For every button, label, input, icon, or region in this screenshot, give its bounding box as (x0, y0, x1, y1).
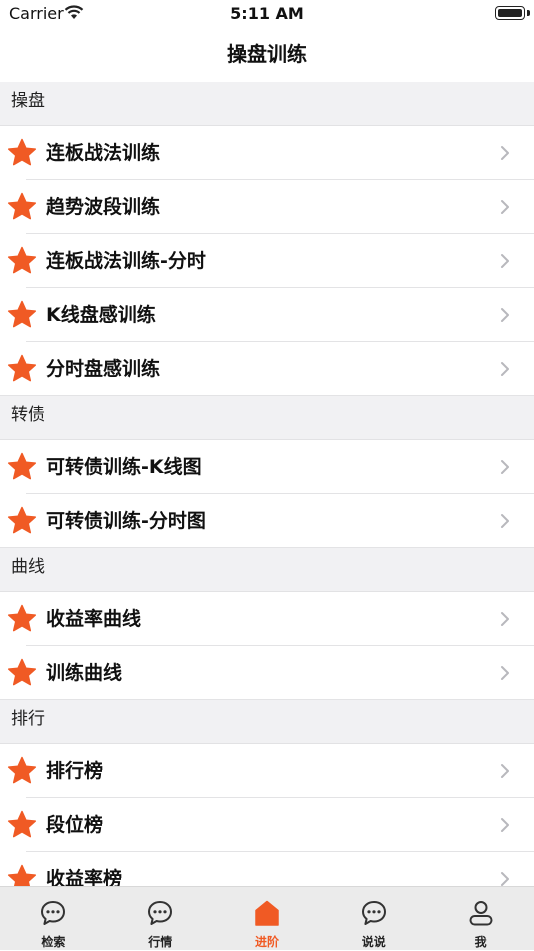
list-item-label: 连板战法训练-分时 (46, 250, 206, 272)
list-item-label: 可转债训练-分时图 (46, 510, 206, 532)
chevron-right-icon (500, 361, 510, 377)
star-icon (7, 506, 37, 535)
list-item[interactable]: 分时盘感训练 (0, 342, 534, 396)
chevron-right-icon (500, 145, 510, 161)
list-item[interactable]: 排行榜 (0, 744, 534, 798)
home-icon (253, 899, 281, 927)
list-item-label: 排行榜 (46, 760, 104, 782)
tab-1[interactable]: 行情 (107, 887, 214, 951)
list-item[interactable]: K线盘感训练 (0, 288, 534, 342)
star-icon (7, 246, 37, 275)
list-item-label: 可转债训练-K线图 (46, 456, 202, 478)
chevron-right-icon (500, 513, 510, 529)
row-divider (0, 547, 534, 548)
star-icon (7, 810, 37, 839)
chevron-right-icon (500, 307, 510, 323)
list-item[interactable]: 连板战法训练-分时 (0, 234, 534, 288)
tab-4[interactable]: 我 (427, 887, 534, 951)
star-icon (7, 300, 37, 329)
navigation-bar: 操盘训练 (0, 30, 534, 82)
list-item-label: 训练曲线 (46, 662, 123, 684)
tab-label: 我 (474, 935, 487, 949)
status-bar: Carrier 5:11 AM (0, 0, 534, 30)
list-item-label: 连板战法训练 (46, 142, 161, 164)
row-divider (0, 699, 534, 700)
list-item[interactable]: 可转债训练-K线图 (0, 440, 534, 494)
chat-bubble-icon (39, 899, 67, 927)
chevron-right-icon (500, 817, 510, 833)
page-title: 操盘训练 (227, 42, 307, 66)
star-icon (7, 658, 37, 687)
star-icon (7, 138, 37, 167)
list-item-label: K线盘感训练 (46, 304, 156, 326)
tab-0[interactable]: 检索 (0, 887, 107, 951)
chat-bubble-icon (360, 899, 388, 927)
list-item[interactable]: 训练曲线 (0, 646, 534, 700)
person-icon (467, 899, 495, 927)
list-item[interactable]: 收益率榜 (0, 852, 534, 886)
section-header: 曲线 (0, 548, 534, 592)
chevron-right-icon (500, 665, 510, 681)
tab-bar: 检索 行情 进阶 说说 我 (0, 886, 534, 950)
star-icon (7, 192, 37, 221)
list-item[interactable]: 收益率曲线 (0, 592, 534, 646)
list-item[interactable]: 趋势波段训练 (0, 180, 534, 234)
menu-list[interactable]: 操盘连板战法训练 趋势波段训练连板战法训练-分时 K线盘感训练 分时盘感训练转债可转债… (0, 82, 534, 886)
section-header: 操盘 (0, 82, 534, 126)
list-item[interactable]: 段位榜 (0, 798, 534, 852)
battery-icon (495, 6, 525, 20)
list-item-label: 分时盘感训练 (46, 358, 161, 380)
section-header: 排行 (0, 700, 534, 744)
list-item[interactable]: 连板战法训练 (0, 126, 534, 180)
chevron-right-icon (500, 763, 510, 779)
list-item-label: 收益率榜 (46, 868, 123, 886)
list-item-label: 段位榜 (46, 814, 104, 836)
star-icon (7, 756, 37, 785)
chevron-right-icon (500, 871, 510, 886)
tab-label: 行情 (148, 935, 173, 949)
tab-label: 检索 (41, 935, 66, 949)
chevron-right-icon (500, 459, 510, 475)
star-icon (7, 452, 37, 481)
list-item[interactable]: 可转债训练-分时图 (0, 494, 534, 548)
tab-2[interactable]: 进阶 (214, 887, 321, 951)
chevron-right-icon (500, 253, 510, 269)
star-icon (7, 864, 37, 886)
chevron-right-icon (500, 199, 510, 215)
row-divider (0, 395, 534, 396)
list-item-label: 趋势波段训练 (46, 196, 161, 218)
tab-label: 进阶 (254, 935, 279, 949)
tab-3[interactable]: 说说 (320, 887, 427, 951)
battery-cap (527, 10, 530, 16)
chat-bubble-icon (146, 899, 174, 927)
chevron-right-icon (500, 611, 510, 627)
section-header: 转债 (0, 396, 534, 440)
star-icon (7, 604, 37, 633)
star-icon (7, 354, 37, 383)
tab-label: 说说 (361, 935, 386, 949)
status-time: 5:11 AM (230, 4, 304, 23)
list-item-label: 收益率曲线 (46, 608, 142, 630)
